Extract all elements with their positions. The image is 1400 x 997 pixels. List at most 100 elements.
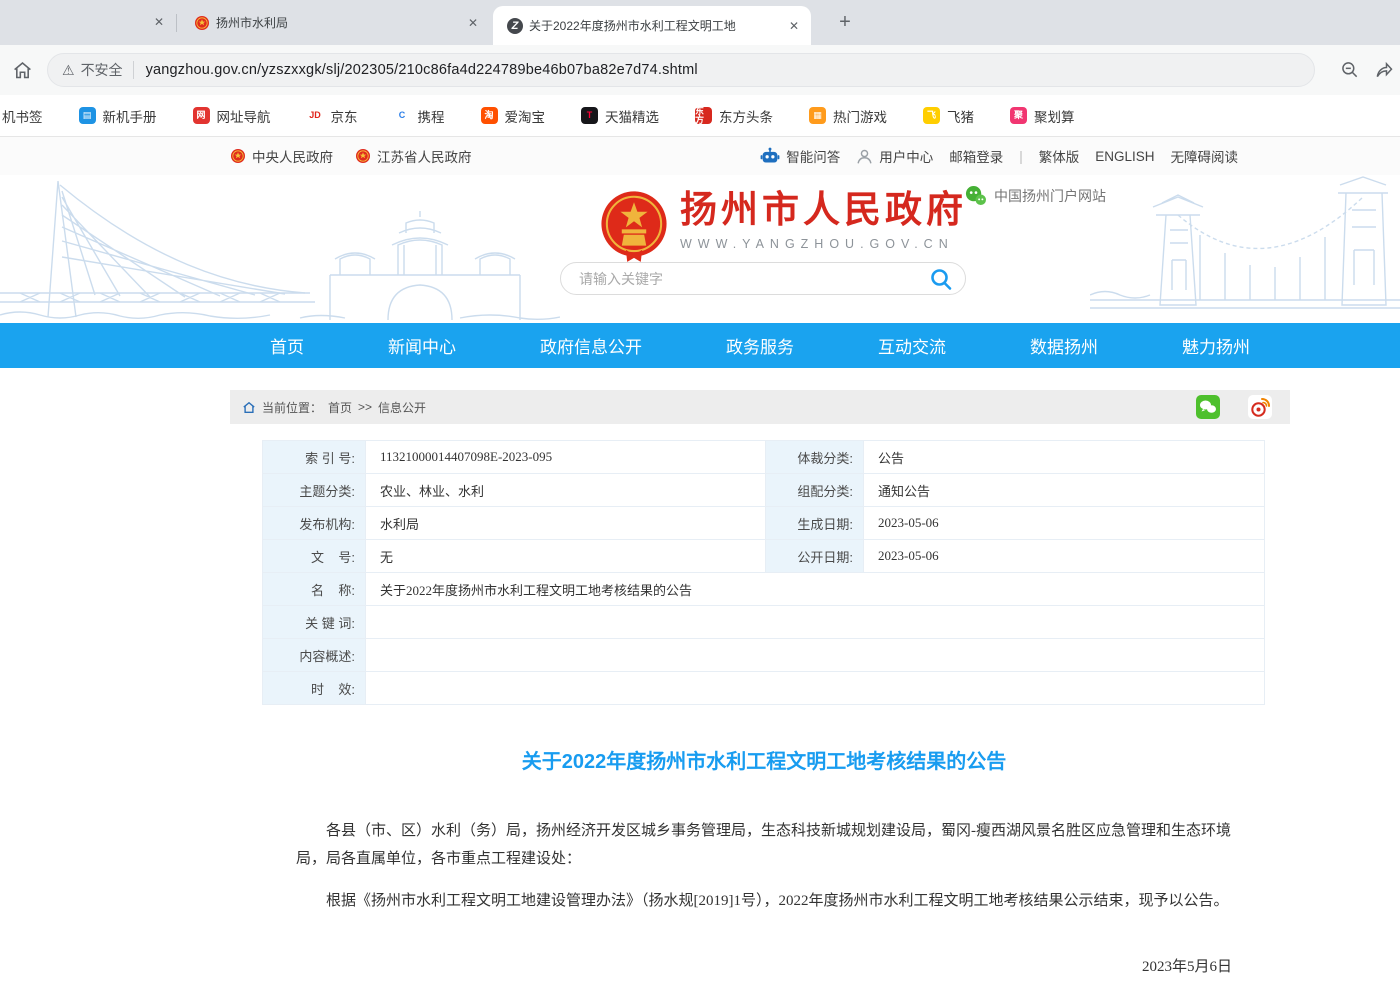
nav-item[interactable]: 政务服务 <box>726 333 794 358</box>
bookmark-item[interactable]: 东方 东方头条 <box>695 106 773 126</box>
bookmark-item[interactable]: 淘 爱淘宝 <box>481 106 546 126</box>
divider: | <box>1019 149 1023 164</box>
meta-value: 无 <box>366 540 766 573</box>
link-central-gov[interactable]: 中央人民政府 <box>230 146 333 166</box>
bookmark-favicon: 飞 <box>923 107 940 124</box>
bookmark-label: 飞猪 <box>947 106 974 126</box>
zoom-out-icon[interactable] <box>1340 60 1360 80</box>
close-tab-icon[interactable]: ✕ <box>464 14 482 32</box>
meta-value: 2023-05-06 <box>864 540 1265 573</box>
new-tab-button[interactable]: + <box>831 9 859 37</box>
meta-value: 11321000014407098E-2023-095 <box>366 441 766 474</box>
bookmark-item[interactable]: 机书签 <box>2 106 43 126</box>
gov-emblem-icon <box>355 148 371 164</box>
meta-row: 时 效: <box>263 672 1265 705</box>
accessibility-link[interactable]: 无障碍阅读 <box>1171 146 1239 166</box>
meta-row: 名 称: 关于2022年度扬州市水利工程文明工地考核结果的公告 <box>263 573 1265 606</box>
link-jiangsu-gov[interactable]: 江苏省人民政府 <box>355 146 472 166</box>
meta-value: 关于2022年度扬州市水利工程文明工地考核结果的公告 <box>366 573 1265 606</box>
tab-active-announcement[interactable]: Z 关于2022年度扬州市水利工程文明工地 ✕ <box>493 6 811 45</box>
bookmark-item[interactable]: JD 京东 <box>307 106 358 126</box>
gov-link-label: 江苏省人民政府 <box>377 146 472 166</box>
wechat-share-icon[interactable] <box>1196 395 1220 419</box>
bookmark-item[interactable]: 聚 聚划算 <box>1010 106 1075 126</box>
search-icon[interactable] <box>929 267 953 291</box>
nav-item[interactable]: 互动交流 <box>878 333 946 358</box>
close-tab-icon[interactable]: ✕ <box>785 17 803 35</box>
nav-item[interactable]: 首页 <box>270 333 304 358</box>
mail-login-link[interactable]: 邮箱登录 <box>949 146 1003 166</box>
nav-item[interactable]: 政府信息公开 <box>540 333 642 358</box>
bookmark-label: 网址导航 <box>217 106 271 126</box>
url-text[interactable]: yangzhou.gov.cn/yzszxxgk/slj/202305/210c… <box>146 62 698 78</box>
bookmark-favicon: C <box>394 107 411 124</box>
smart-qa-link[interactable]: 智能问答 <box>786 146 840 166</box>
meta-label: 生成日期: <box>766 507 864 540</box>
bookmark-label: 聚划算 <box>1034 106 1075 126</box>
close-tab-icon[interactable]: ✕ <box>150 13 168 31</box>
nav-item[interactable]: 新闻中心 <box>388 333 456 358</box>
address-bar[interactable]: ⚠ 不安全 yangzhou.gov.cn/yzszxxgk/slj/20230… <box>47 53 1315 87</box>
gov-link-label: 中央人民政府 <box>252 146 333 166</box>
gov-emblem-favicon <box>194 15 210 31</box>
article-date: 2023年5月6日 <box>296 955 1232 976</box>
gov-topbar: 中央人民政府 江苏省人民政府 智能问答 用户中心 邮箱登录 | 繁体版 <box>0 137 1400 175</box>
meta-row: 主题分类: 农业、林业、水利 组配分类: 通知公告 <box>263 474 1265 507</box>
bookmark-favicon: T <box>581 107 598 124</box>
article: 关于2022年度扬州市水利工程文明工地考核结果的公告 各县（市、区）水利（务）局… <box>230 745 1290 997</box>
meta-value: 水利局 <box>366 507 766 540</box>
bookmark-label: 东方头条 <box>719 106 773 126</box>
meta-value <box>366 672 1265 705</box>
robot-icon <box>760 147 780 165</box>
tab-water-bureau[interactable]: 扬州市水利局 ✕ <box>180 0 492 45</box>
bookmark-item[interactable]: ▦ 热门游戏 <box>809 106 887 126</box>
breadcrumb-current[interactable]: 信息公开 <box>378 399 426 416</box>
bookmark-item[interactable]: 飞 飞猪 <box>923 106 974 126</box>
bookmark-label: 京东 <box>331 106 358 126</box>
meta-value: 通知公告 <box>864 474 1265 507</box>
bookmark-label: 爱淘宝 <box>505 106 546 126</box>
security-warning-icon[interactable]: ⚠ <box>62 62 75 79</box>
nav-item[interactable]: 魅力扬州 <box>1182 333 1250 358</box>
share-icon[interactable] <box>1374 60 1394 80</box>
traditional-link[interactable]: 繁体版 <box>1039 146 1080 166</box>
home-icon[interactable] <box>12 60 33 81</box>
meta-label: 文 号: <box>263 540 366 573</box>
main-nav: 首页 新闻中心 政府信息公开 政务服务 互动交流 数据扬州 魅力扬州 <box>0 323 1400 368</box>
nav-item[interactable]: 数据扬州 <box>1030 333 1098 358</box>
breadcrumb-home-icon[interactable] <box>242 401 256 414</box>
bookmark-label: 热门游戏 <box>833 106 887 126</box>
english-link[interactable]: ENGLISH <box>1095 149 1154 164</box>
bookmark-item[interactable]: T 天猫精选 <box>581 106 659 126</box>
bookmark-item[interactable]: C 携程 <box>394 106 445 126</box>
bookmarks-bar: 机书签 ▤ 新机手册 网 网址导航 JD 京东 C 携程 淘 爱淘宝 T 天猫精… <box>0 95 1400 137</box>
site-search[interactable] <box>560 262 966 295</box>
meta-label: 公开日期: <box>766 540 864 573</box>
bookmark-item[interactable]: ▤ 新机手册 <box>79 106 157 126</box>
site-favicon: Z <box>507 18 523 34</box>
bookmark-favicon: JD <box>307 107 324 124</box>
bookmark-label: 天猫精选 <box>605 106 659 126</box>
meta-label: 时 效: <box>263 672 366 705</box>
omnibox-divider <box>133 61 134 79</box>
portal-badge[interactable]: 中国扬州门户网站 <box>965 185 1106 206</box>
meta-value <box>366 606 1265 639</box>
browser-toolbar: ⚠ 不安全 yangzhou.gov.cn/yzszxxgk/slj/20230… <box>0 45 1400 95</box>
bookmark-label: 携程 <box>418 106 445 126</box>
meta-label: 主题分类: <box>263 474 366 507</box>
bookmark-item[interactable]: 网 网址导航 <box>193 106 271 126</box>
meta-value: 公告 <box>864 441 1265 474</box>
meta-row: 内容概述: <box>263 639 1265 672</box>
tab-separator <box>176 14 177 32</box>
weibo-share-icon[interactable] <box>1248 395 1272 419</box>
page-main: 当前位置： 首页 >> 信息公开 <box>0 390 1400 997</box>
breadcrumb-home-link[interactable]: 首页 <box>328 399 352 416</box>
search-input[interactable] <box>579 271 929 287</box>
user-center-link[interactable]: 用户中心 <box>879 146 933 166</box>
user-icon <box>856 148 873 165</box>
meta-row: 发布机构: 水利局 生成日期: 2023-05-06 <box>263 507 1265 540</box>
site-header: 扬州市人民政府 WWW.YANGZHOU.GOV.CN 中国扬州门户网站 <box>0 175 1400 323</box>
site-logo[interactable]: 扬州市人民政府 WWW.YANGZHOU.GOV.CN <box>600 190 967 266</box>
meta-label: 体裁分类: <box>766 441 864 474</box>
breadcrumb: 当前位置： 首页 >> 信息公开 <box>230 390 1290 424</box>
